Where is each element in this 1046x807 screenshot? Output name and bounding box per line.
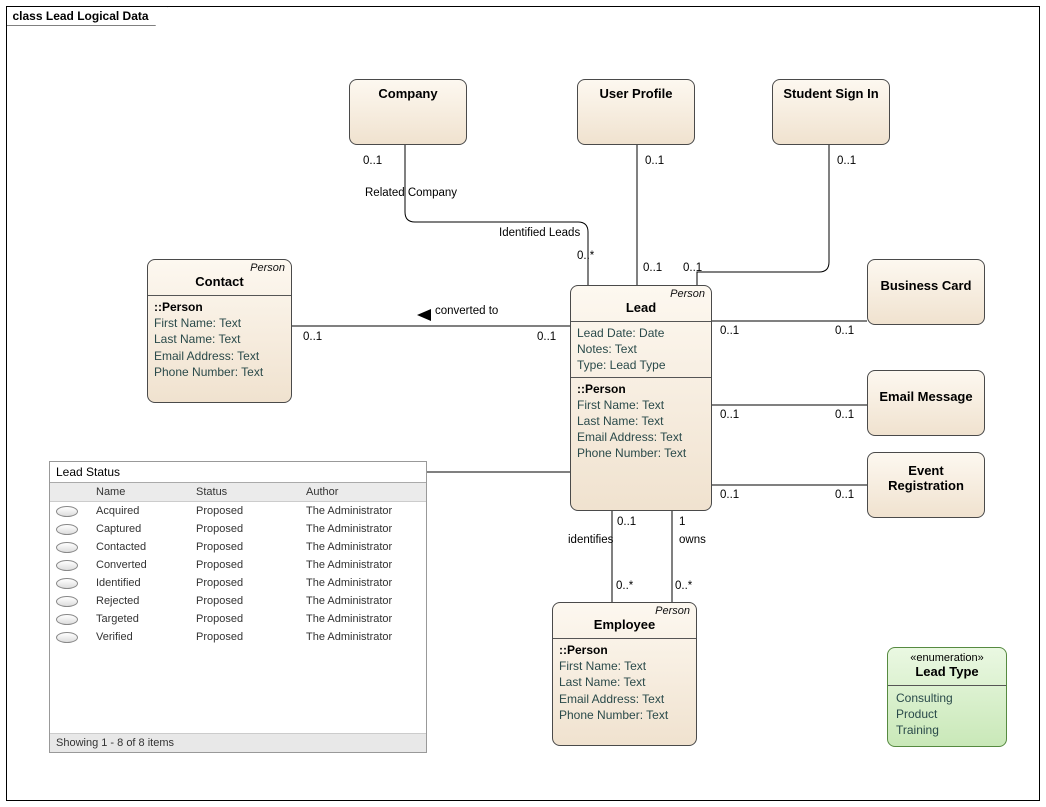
table-row[interactable]: Contacted Proposed The Administrator — [50, 538, 426, 556]
status-icon — [56, 614, 78, 625]
class-email-message-title: Email Message — [868, 371, 984, 410]
role-identifies: identifies — [568, 534, 613, 546]
mult-lead-bc-r: 0..1 — [835, 325, 854, 337]
col-name: Name — [90, 486, 190, 498]
class-student-sign-in-title: Student Sign In — [773, 80, 889, 107]
role-converted-to: converted to — [435, 305, 498, 317]
mult-lead-top-0-1a: 0..1 — [643, 262, 662, 274]
status-icon — [56, 524, 78, 535]
enum-lead-type[interactable]: «enumeration» Lead Type Consulting Produ… — [887, 647, 1007, 747]
lead-status-body: Acquired Proposed The Administrator Capt… — [50, 502, 426, 646]
class-business-card-title: Business Card — [868, 260, 984, 299]
class-lead-own-attrs: Lead Date: Date Notes: Text Type: Lead T… — [571, 322, 711, 377]
class-lead[interactable]: Person Lead Lead Date: Date Notes: Text … — [570, 285, 712, 511]
mult-identifies-top: 0..1 — [617, 516, 636, 528]
table-row[interactable]: Captured Proposed The Administrator — [50, 520, 426, 538]
class-contact[interactable]: Person Contact ::Person First Name: Text… — [147, 259, 292, 403]
status-icon — [56, 596, 78, 607]
mult-lead-bc-l: 0..1 — [720, 325, 739, 337]
enum-stereo: «enumeration» — [888, 648, 1006, 664]
lead-status-columns: Name Status Author — [50, 483, 426, 502]
class-employee[interactable]: Person Employee ::Person First Name: Tex… — [552, 602, 697, 746]
diagram-frame: class Lead Logical Data — [6, 6, 1040, 801]
class-business-card[interactable]: Business Card — [867, 259, 985, 325]
mult-lead-em-l: 0..1 — [720, 409, 739, 421]
mult-userprofile-end: 0..1 — [645, 155, 664, 167]
class-employee-title: Employee — [553, 617, 696, 638]
table-row[interactable]: Verified Proposed The Administrator — [50, 628, 426, 646]
table-row[interactable]: Targeted Proposed The Administrator — [50, 610, 426, 628]
enum-title: Lead Type — [888, 664, 1006, 685]
table-row[interactable]: Rejected Proposed The Administrator — [50, 592, 426, 610]
class-lead-title: Lead — [571, 300, 711, 321]
status-icon — [56, 632, 78, 643]
enum-values: Consulting Product Training — [888, 686, 1006, 743]
class-contact-title: Contact — [148, 274, 291, 295]
diagram-canvas: class Lead Logical Data — [0, 0, 1046, 807]
table-row[interactable]: Converted Proposed The Administrator — [50, 556, 426, 574]
status-icon — [56, 578, 78, 589]
mult-lead-em-r: 0..1 — [835, 409, 854, 421]
class-user-profile-title: User Profile — [578, 80, 694, 107]
role-related-company: Related Company — [365, 187, 457, 199]
class-employee-attrs: ::Person First Name: Text Last Name: Tex… — [553, 639, 696, 726]
col-author: Author — [300, 486, 426, 498]
class-contact-attrs: ::Person First Name: Text Last Name: Tex… — [148, 296, 291, 383]
mult-company-end: 0..1 — [363, 155, 382, 167]
class-employee-stereo: Person — [553, 603, 696, 617]
diagram-title: class Lead Logical Data — [7, 7, 168, 26]
class-email-message[interactable]: Email Message — [867, 370, 985, 436]
class-event-registration-title: Event Registration — [868, 453, 984, 499]
mult-studentsignin-end: 0..1 — [837, 155, 856, 167]
class-company[interactable]: Company — [349, 79, 467, 145]
mult-identifies-bot: 0..* — [616, 580, 633, 592]
class-event-registration[interactable]: Event Registration — [867, 452, 985, 518]
status-icon — [56, 542, 78, 553]
mult-contact-end: 0..1 — [303, 331, 322, 343]
role-identified-leads: Identified Leads — [499, 227, 580, 239]
mult-owns-bot: 0..* — [675, 580, 692, 592]
class-contact-stereo: Person — [148, 260, 291, 274]
lead-status-title: Lead Status — [50, 462, 426, 483]
class-lead-stereo: Person — [571, 286, 711, 300]
class-user-profile[interactable]: User Profile — [577, 79, 695, 145]
role-owns: owns — [679, 534, 706, 546]
lead-status-footer: Showing 1 - 8 of 8 items — [50, 733, 426, 752]
table-row[interactable]: Acquired Proposed The Administrator — [50, 502, 426, 520]
col-status: Status — [190, 486, 300, 498]
status-icon — [56, 560, 78, 571]
lead-status-panel[interactable]: Lead Status Name Status Author Acquired … — [49, 461, 427, 753]
mult-lead-er-l: 0..1 — [720, 489, 739, 501]
mult-lead-left: 0..1 — [537, 331, 556, 343]
class-company-title: Company — [350, 80, 466, 107]
table-row[interactable]: Identified Proposed The Administrator — [50, 574, 426, 592]
class-student-sign-in[interactable]: Student Sign In — [772, 79, 890, 145]
status-icon — [56, 506, 78, 517]
mult-lead-top-0-1b: 0..1 — [683, 262, 702, 274]
class-lead-person-attrs: ::Person First Name: Text Last Name: Tex… — [571, 378, 711, 465]
mult-lead-er-r: 0..1 — [835, 489, 854, 501]
mult-lead-top-0star: 0..* — [577, 250, 594, 262]
mult-owns-top: 1 — [679, 516, 685, 528]
